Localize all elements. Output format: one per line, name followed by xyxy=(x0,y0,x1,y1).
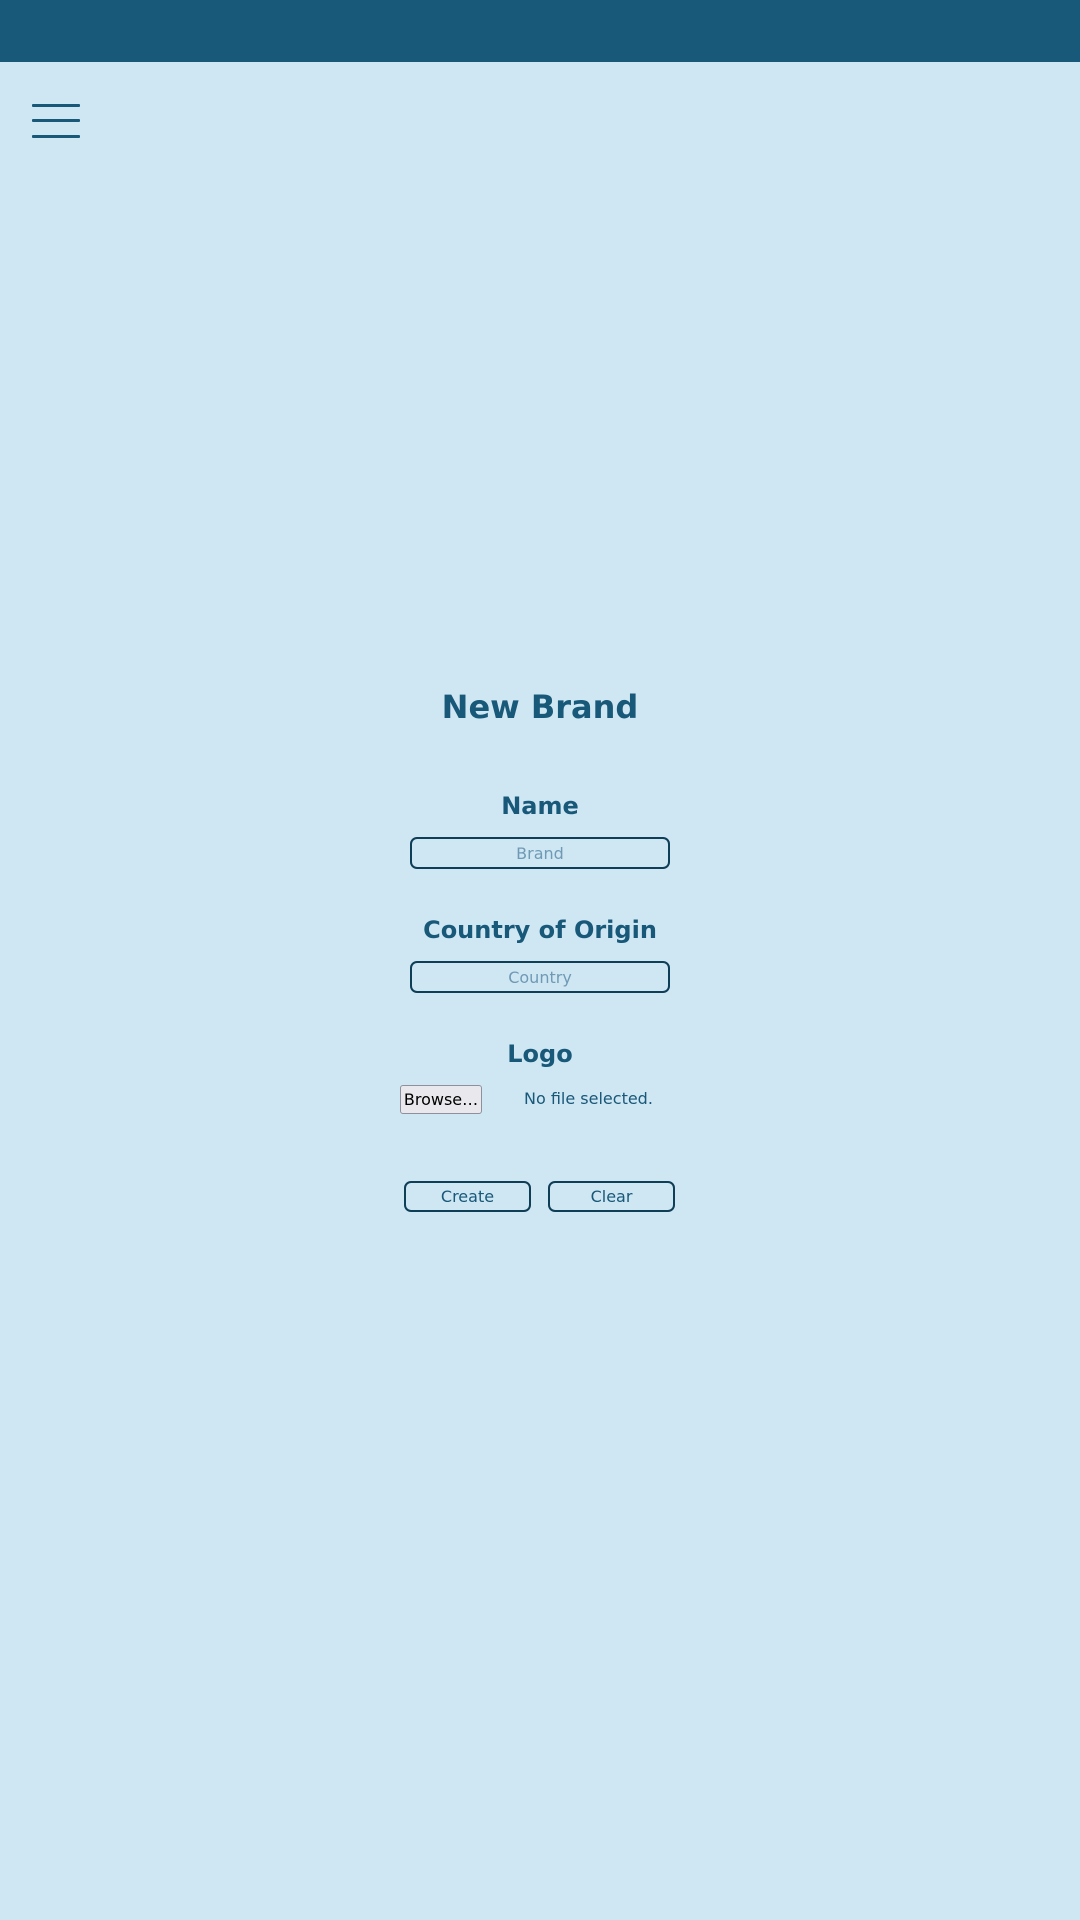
name-label: Name xyxy=(501,792,579,820)
menu-bar-bottom xyxy=(32,135,80,138)
country-input[interactable] xyxy=(410,961,670,993)
brand-name-input[interactable] xyxy=(410,837,670,869)
create-button[interactable]: Create xyxy=(404,1181,531,1212)
logo-label: Logo xyxy=(507,1040,573,1068)
hamburger-menu-icon[interactable] xyxy=(32,104,80,138)
top-bar xyxy=(0,0,1080,62)
page-title: New Brand xyxy=(441,688,639,726)
menu-bar-top xyxy=(32,104,80,107)
browse-file-button[interactable]: Browse… xyxy=(400,1085,482,1114)
country-label: Country of Origin xyxy=(423,916,657,944)
menu-bar-middle xyxy=(32,119,80,122)
file-status-text: No file selected. xyxy=(524,1089,653,1108)
clear-button[interactable]: Clear xyxy=(548,1181,675,1212)
